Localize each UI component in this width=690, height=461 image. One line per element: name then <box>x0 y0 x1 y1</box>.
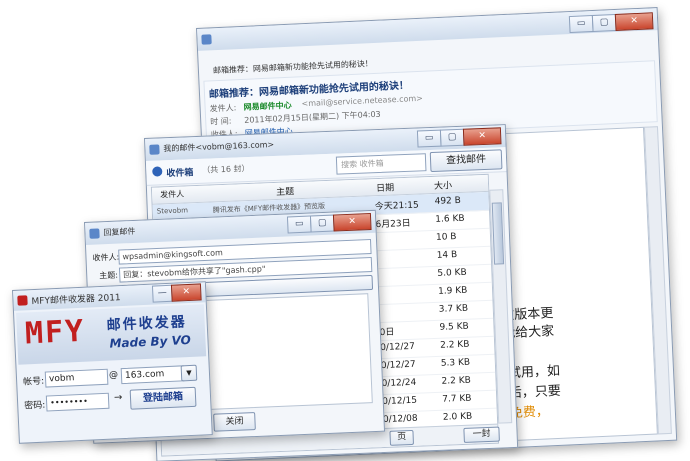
row-size: 9.5 KB <box>439 321 469 333</box>
row-date: 6月23日 <box>375 218 411 231</box>
row-size: 492 B <box>434 195 462 207</box>
app-tagline: 邮件收发器 <box>106 314 187 334</box>
row-size: 2.2 KB <box>441 375 471 387</box>
inbox-count: （共 16 封） <box>202 163 250 175</box>
login-title: MFY邮件收发器 2011 <box>31 293 121 308</box>
next-mail-button[interactable]: 一封 <box>463 426 500 443</box>
row-date <box>376 233 432 235</box>
row-size: 1.9 KB <box>437 285 468 297</box>
close-button[interactable]: ✕ <box>462 127 502 146</box>
arrow-icon: → <box>113 392 123 404</box>
body-line: 后，只要 <box>508 383 562 402</box>
password-label: 密码: <box>24 400 46 412</box>
login-window: MFY邮件收发器 2011 — ✕ MFY 邮件收发器 Made By VO 帐… <box>12 281 213 444</box>
inbox-title: 我的邮件<vobm@163.com> <box>163 140 275 154</box>
row-date: 0/12/24 <box>381 377 417 390</box>
chevron-down-icon: ▼ <box>186 368 192 378</box>
from-name[interactable]: 网易邮件中心 <box>243 100 291 113</box>
login-caption-buttons: — ✕ <box>151 283 202 303</box>
row-size: 10 B <box>435 232 457 243</box>
login-banner: MFY 邮件收发器 Made By VO <box>16 304 207 365</box>
maximize-button[interactable]: ▢ <box>591 13 617 33</box>
close-button[interactable]: ✕ <box>170 283 202 302</box>
row-from: Stevobm <box>156 206 189 216</box>
mail-icon <box>201 34 212 45</box>
minimize-button[interactable]: ▭ <box>416 129 442 148</box>
reply-close-button[interactable]: 关闭 <box>213 412 256 432</box>
column-header-from[interactable]: 发件人 <box>160 189 184 201</box>
account-label: 帐号: <box>22 376 45 388</box>
search-input[interactable]: 搜索 收件箱 <box>335 153 427 175</box>
maximize-button[interactable]: ▢ <box>439 128 465 147</box>
reply-to-label: 收件人: <box>92 252 120 263</box>
minimize-button[interactable]: ▭ <box>286 215 312 234</box>
password-input[interactable]: •••••••• <box>45 392 110 412</box>
row-date: 0/12/08 <box>382 413 418 426</box>
row-date: 0/12/15 <box>382 395 418 408</box>
scrollbar-thumb[interactable] <box>491 202 505 265</box>
reply-title: 回复邮件 <box>103 226 136 238</box>
column-header-subject[interactable]: 主题 <box>276 184 294 198</box>
inbox-icon <box>152 166 163 177</box>
row-date: 0/12/27 <box>380 341 416 354</box>
domain-dropdown-button[interactable]: ▼ <box>180 364 198 382</box>
row-date <box>378 287 434 289</box>
inbox-caption-buttons: ▭ ▢ ✕ <box>416 127 502 148</box>
at-sign: @ <box>108 370 119 381</box>
row-date <box>377 269 433 271</box>
account-input[interactable]: vobm <box>44 368 109 388</box>
maximize-button[interactable]: ▢ <box>309 214 335 233</box>
read-mail-titlebar: 邮箱推荐：网易邮箱新功能抢先试用的秘诀！ ▭ ▢ ✕ <box>197 8 658 75</box>
desktop: 邮箱推荐：网易邮箱新功能抢先试用的秘诀！ ▭ ▢ ✕ 邮箱推荐：网易邮箱新功能抢… <box>0 0 690 461</box>
row-date: 0日 <box>379 327 395 339</box>
app-icon <box>17 295 28 306</box>
from-address: <mail@service.netease.com> <box>301 93 424 109</box>
minimize-button[interactable]: ▭ <box>568 14 594 34</box>
row-size: 2.0 KB <box>442 411 473 423</box>
read-mail-caption-buttons: ▭ ▢ ✕ <box>568 12 654 34</box>
reply-caption-buttons: ▭ ▢ ✕ <box>286 212 372 234</box>
domain-select[interactable]: 163.com <box>120 365 185 385</box>
close-button[interactable]: ✕ <box>332 212 372 232</box>
reply-icon <box>89 228 100 239</box>
close-button[interactable]: ✕ <box>614 12 654 31</box>
row-size: 5.3 KB <box>440 357 471 369</box>
row-date: 0/12/27 <box>380 359 416 372</box>
row-size: 3.7 KB <box>438 303 469 315</box>
inbox-label[interactable]: 收件箱 <box>166 165 193 179</box>
prev-page-button[interactable]: 页 <box>389 429 414 446</box>
row-date: 今天21:15 <box>374 200 419 213</box>
row-size: 2.2 KB <box>440 339 470 351</box>
login-button[interactable]: 登陆邮箱 <box>129 386 197 410</box>
row-size: 14 B <box>436 250 458 261</box>
row-size: 5.0 KB <box>437 267 467 279</box>
column-header-date[interactable]: 日期 <box>376 180 394 194</box>
row-date <box>377 251 433 253</box>
search-button[interactable]: 查找邮件 <box>429 149 503 173</box>
row-size: 7.7 KB <box>442 393 472 405</box>
made-by-text: Made By VO <box>109 332 192 351</box>
column-header-size[interactable]: 大小 <box>434 178 452 192</box>
mail-icon <box>149 144 160 155</box>
minimize-button[interactable]: — <box>151 284 173 303</box>
reply-subject-label: 主题: <box>99 270 119 281</box>
from-label: 发件人: <box>209 103 237 114</box>
app-logo: MFY <box>24 313 86 352</box>
row-date <box>379 305 435 307</box>
time-label: 时 间: <box>210 116 232 127</box>
row-size: 1.6 KB <box>435 213 465 225</box>
